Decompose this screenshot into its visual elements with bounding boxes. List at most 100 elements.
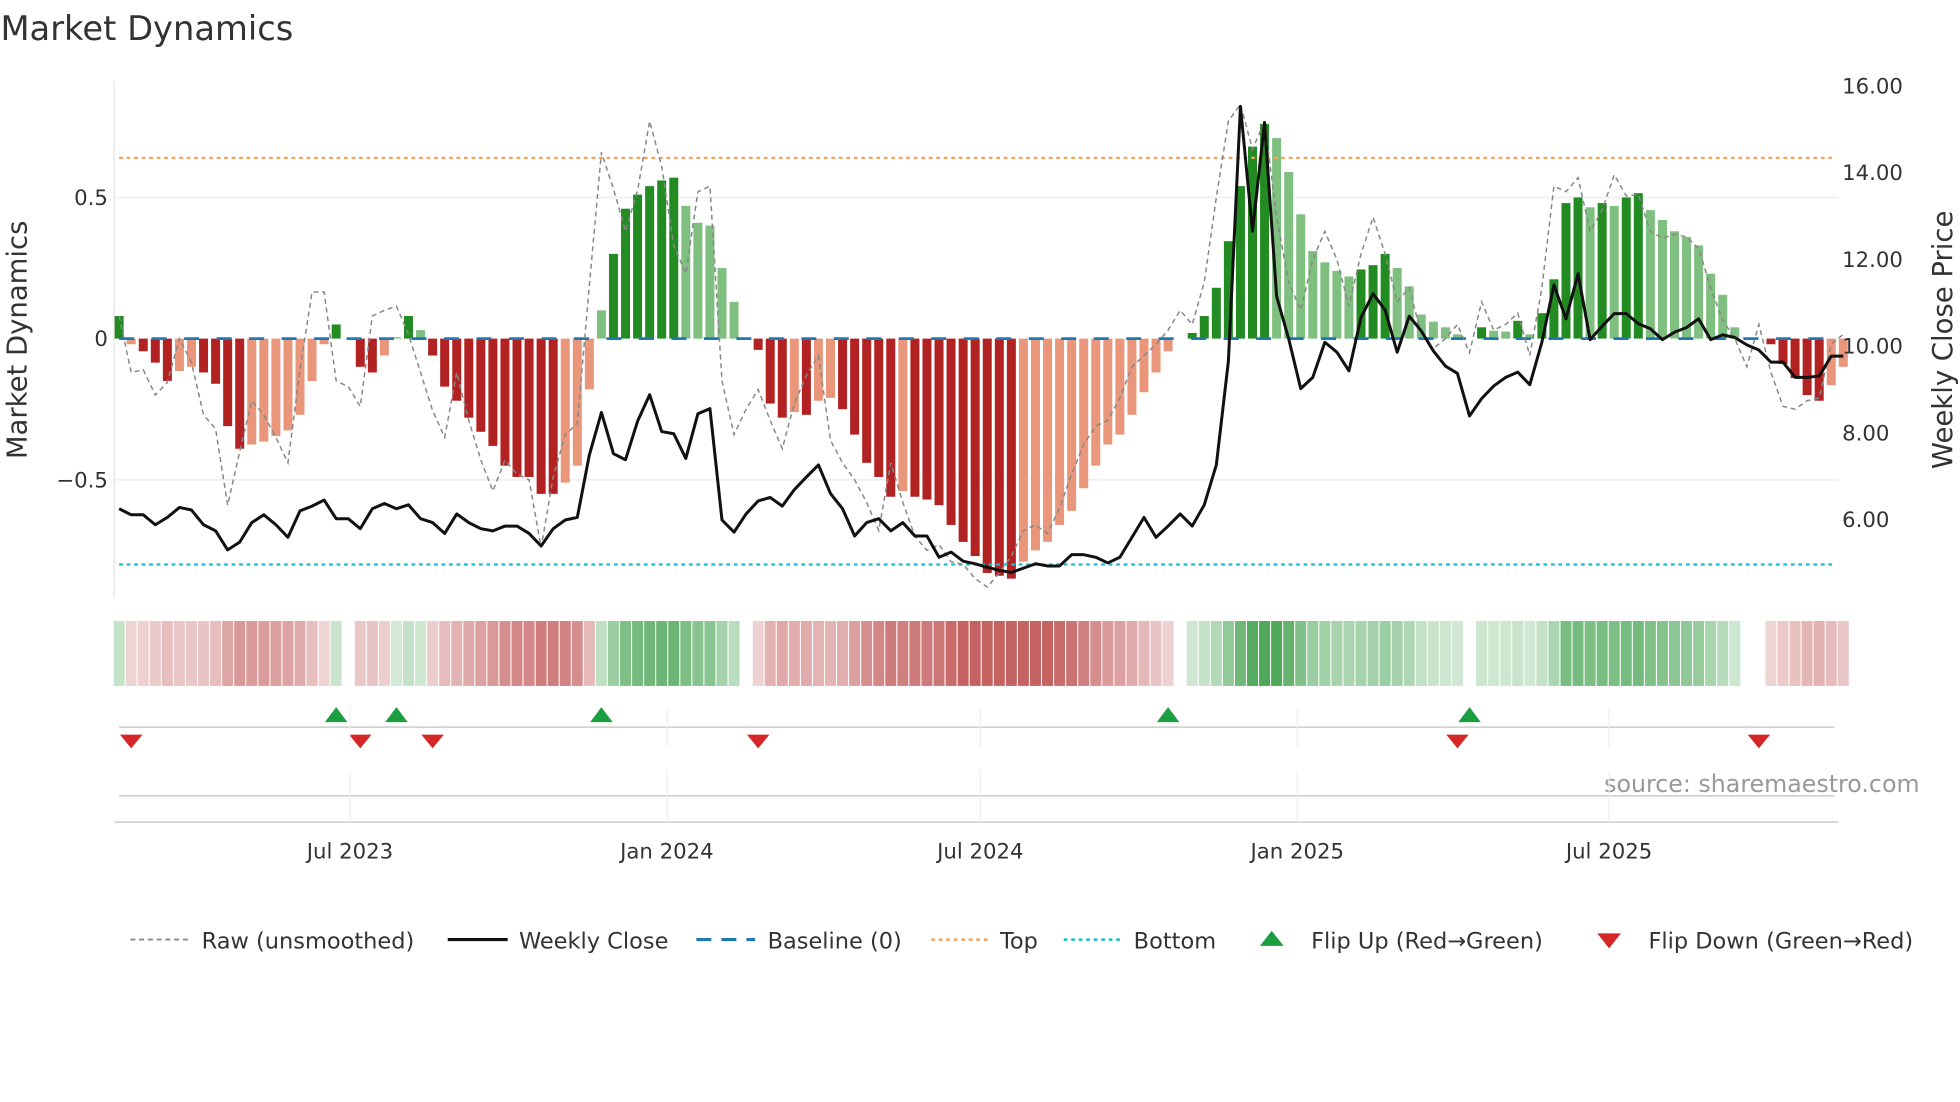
dynamics-bar: [1091, 338, 1101, 466]
dynamics-bar: [1296, 214, 1306, 339]
heat-cell: [1138, 620, 1150, 686]
heat-cell: [740, 620, 752, 686]
heat-cell: [1427, 620, 1439, 686]
dynamics-bar: [524, 338, 534, 477]
heat-cell: [1801, 620, 1813, 686]
dynamics-bar: [946, 338, 956, 525]
legend-flip-up-label: Flip Up (Red→Green): [1311, 928, 1543, 954]
heat-cell: [1271, 620, 1283, 686]
heat-cell: [607, 620, 619, 686]
dynamics-bar: [621, 208, 631, 339]
heat-cell: [1572, 620, 1584, 686]
heat-cell: [704, 620, 716, 686]
heat-cell: [716, 620, 728, 686]
heat-cell: [318, 620, 330, 686]
dynamics-bar: [572, 338, 582, 466]
heat-cell: [1210, 620, 1222, 686]
dynamics-bar: [307, 338, 317, 381]
heat-cell: [415, 620, 427, 686]
heat-cell: [1054, 620, 1066, 686]
heat-cell: [1126, 620, 1138, 686]
dynamics-bar: [994, 338, 1004, 576]
heat-cell: [535, 620, 547, 686]
heat-cell: [656, 620, 668, 686]
heat-cell: [1632, 620, 1644, 686]
dynamics-bar: [404, 316, 414, 339]
y2-tick-label: 14.00: [1842, 161, 1903, 186]
heat-cell: [523, 620, 535, 686]
dynamics-bar: [283, 338, 293, 431]
heat-cell: [1331, 620, 1343, 686]
heat-cell: [1560, 620, 1572, 686]
y-tick-label: −0.5: [56, 468, 108, 493]
dynamics-bar: [596, 310, 606, 339]
legend-close-label: Weekly Close: [519, 928, 668, 954]
legend-top-label: Top: [999, 928, 1038, 954]
dynamics-bar: [259, 338, 269, 442]
heat-cell: [1693, 620, 1705, 686]
x-tick-label: Jan 2024: [618, 839, 714, 864]
dynamics-bar: [1103, 338, 1113, 445]
y-axis-label: Market Dynamics: [2, 221, 34, 460]
heat-cell: [776, 620, 788, 686]
heat-cell: [222, 620, 234, 686]
heat-cell: [330, 620, 342, 686]
legend-flip-down-label: Flip Down (Green→Red): [1648, 928, 1913, 954]
heat-cell: [620, 620, 632, 686]
dynamics-bar: [729, 301, 739, 339]
dynamics-bar: [898, 338, 908, 492]
heat-cell: [1234, 620, 1246, 686]
heat-cell: [1343, 620, 1355, 686]
dynamics-bar: [1127, 338, 1137, 415]
heat-cell: [1367, 620, 1379, 686]
heat-cell: [1415, 620, 1427, 686]
y2-tick-label: 8.00: [1842, 421, 1889, 446]
heat-cell: [1608, 620, 1620, 686]
dynamics-bar: [428, 338, 438, 356]
dynamics-bar: [910, 338, 920, 497]
dynamics-bar: [1006, 338, 1016, 579]
heat-cell: [1765, 620, 1777, 686]
dynamics-bar: [982, 338, 992, 573]
dynamics-bar: [1308, 251, 1318, 339]
dynamics-bar: [1211, 287, 1221, 339]
dynamics-bar: [440, 338, 450, 387]
heat-cell: [1789, 620, 1801, 686]
heat-cell: [825, 620, 837, 686]
heat-cell: [198, 620, 210, 686]
heat-cell: [692, 620, 704, 686]
heat-cell: [668, 620, 680, 686]
dynamics-bar: [826, 338, 836, 398]
dynamics-bar: [1030, 338, 1040, 551]
legend-raw-label: Raw (unsmoothed): [202, 928, 415, 954]
heat-cell: [1114, 620, 1126, 686]
heat-cell: [1150, 620, 1162, 686]
heat-cell: [403, 620, 415, 686]
heat-cell: [957, 620, 969, 686]
dynamics-bar: [1139, 338, 1149, 393]
y2-tick-label: 10.00: [1842, 335, 1903, 360]
heat-cell: [1837, 620, 1849, 686]
heat-cell: [1813, 620, 1825, 686]
heat-cell: [788, 620, 800, 686]
dynamics-bar: [958, 338, 968, 542]
heat-cell: [1464, 620, 1476, 686]
dynamics-bar: [693, 222, 703, 339]
flip-up-marker: [1458, 707, 1481, 723]
heat-cell: [583, 620, 595, 686]
heat-cell: [728, 620, 740, 686]
dynamics-bar: [862, 338, 872, 463]
y-axis-ticks: 0.5 0 −0.5: [56, 186, 108, 493]
dynamics-bar: [1199, 316, 1209, 339]
heat-cell: [885, 620, 897, 686]
heat-cell: [137, 620, 149, 686]
y2-axis-label: Weekly Close Price: [1927, 211, 1959, 469]
heat-cell: [1319, 620, 1331, 686]
heat-cell: [547, 620, 559, 686]
heat-cell: [487, 620, 499, 686]
market-dynamics-chart: Market Dynamics 0.5 0 −0.5 16.00 14.00 12.00…: [0, 9, 1959, 954]
dynamics-bar: [1055, 338, 1065, 525]
dynamics-bar: [608, 253, 618, 339]
dynamics-bar: [1079, 338, 1089, 489]
dynamics-bar: [874, 338, 884, 477]
